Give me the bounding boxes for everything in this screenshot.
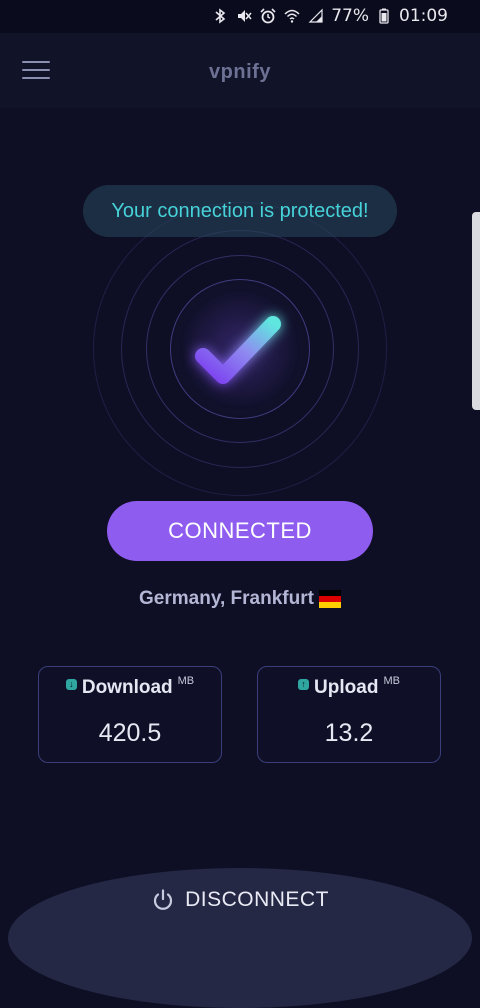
download-unit: MB <box>177 675 195 687</box>
download-card: ↓ Download MB 420.5 <box>38 666 222 763</box>
upload-label: Upload <box>314 677 379 698</box>
wifi-icon <box>283 7 301 25</box>
disconnect-button[interactable]: DISCONNECT <box>0 888 480 912</box>
checkmark-icon <box>195 316 281 384</box>
bluetooth-icon <box>211 7 229 25</box>
download-label: Download <box>81 677 173 698</box>
signal-icon <box>307 7 325 25</box>
upload-header: ↑ Upload MB <box>258 675 440 699</box>
connection-indicator <box>93 202 387 496</box>
upload-unit: MB <box>383 675 400 687</box>
upload-icon: ↑ <box>298 679 310 690</box>
germany-flag-icon <box>318 590 341 608</box>
upload-value: 13.2 <box>324 719 374 747</box>
connected-button-label: CONNECTED <box>168 518 312 543</box>
clock: 01:09 <box>399 6 448 26</box>
connected-button[interactable]: CONNECTED <box>107 501 373 561</box>
download-header: ↓ Download MB <box>39 675 221 699</box>
app-title: vpnify <box>209 61 271 83</box>
protected-status-text: Your connection is protected! <box>111 199 369 222</box>
upload-card: ↑ Upload MB 13.2 <box>257 666 441 763</box>
mute-icon <box>235 7 253 25</box>
protected-status-pill: Your connection is protected! <box>83 185 397 237</box>
battery-percent: 77% <box>331 6 369 26</box>
disconnect-label: DISCONNECT <box>185 888 329 911</box>
app-header: vpnify <box>0 33 480 108</box>
power-icon <box>153 889 173 910</box>
edge-panel-handle[interactable] <box>472 212 480 410</box>
alarm-icon <box>259 7 277 25</box>
download-icon: ↓ <box>65 679 77 690</box>
location-name: Germany, Frankfurt <box>139 588 314 609</box>
battery-icon <box>375 7 393 25</box>
status-icons: 77% 01:09 <box>211 6 448 26</box>
server-location[interactable]: Germany, Frankfurt <box>0 588 480 610</box>
status-bar: 77% 01:09 <box>0 0 480 33</box>
download-value: 420.5 <box>98 719 162 747</box>
